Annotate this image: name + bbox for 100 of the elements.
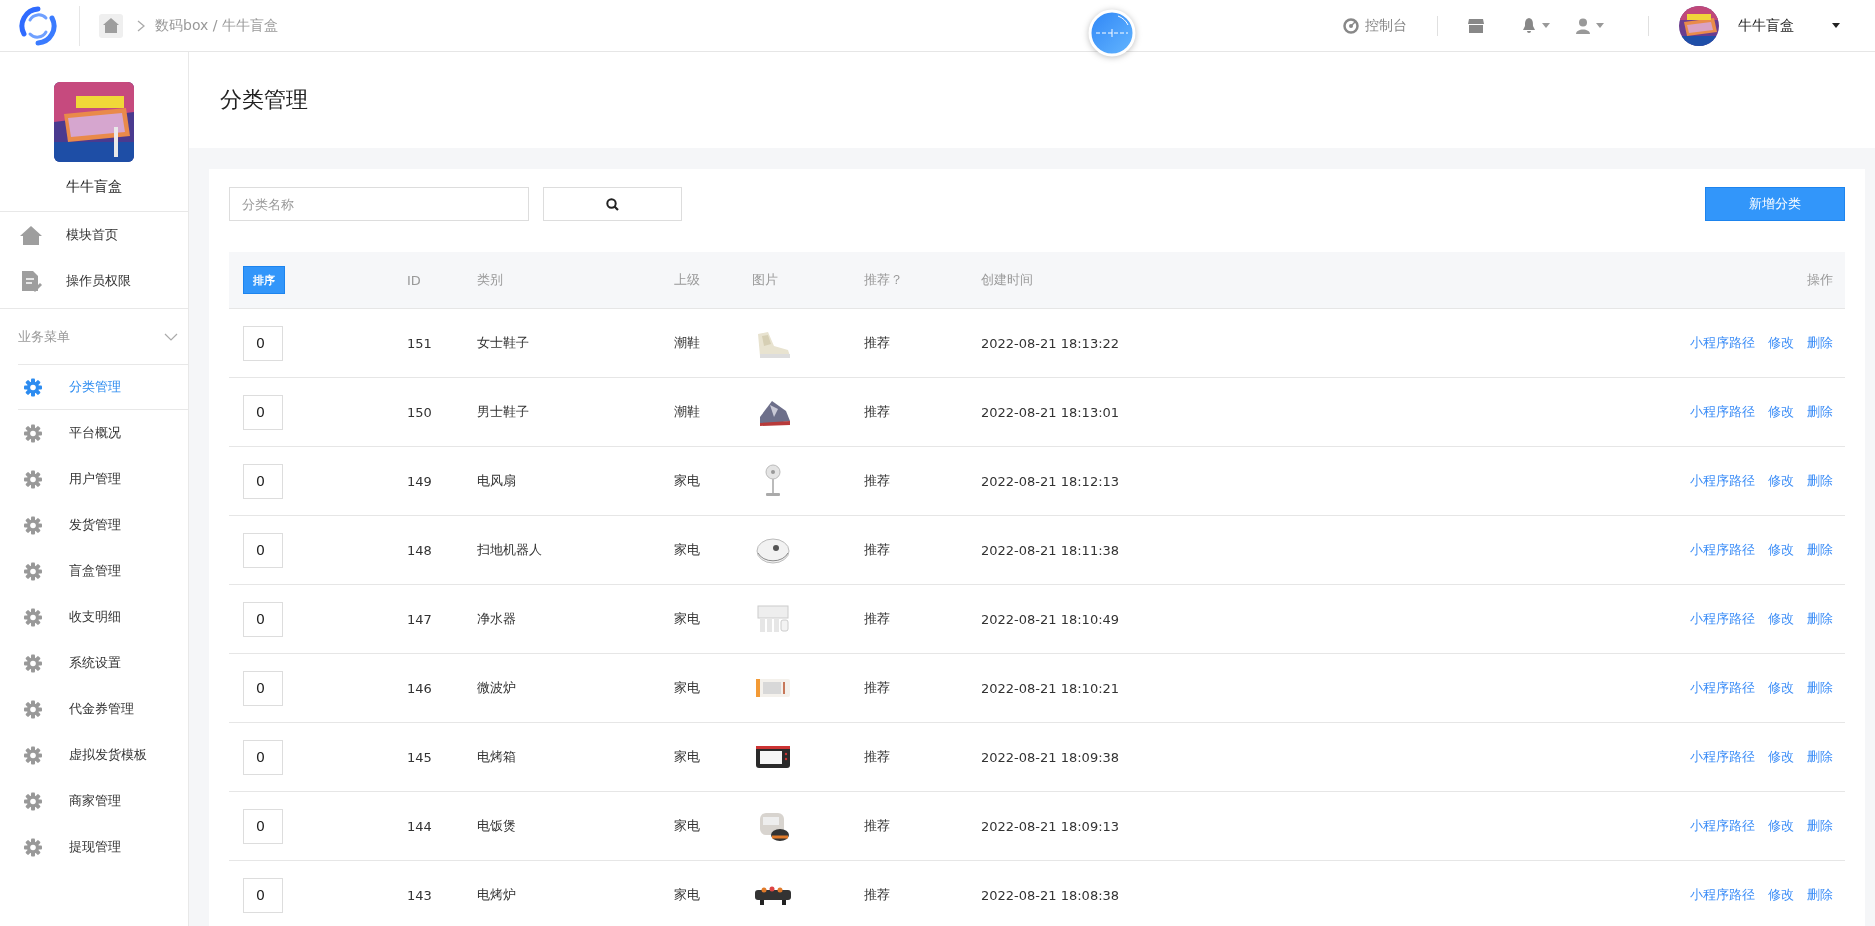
table-cell: 2022-08-21 18:13:01: [981, 404, 1120, 420]
gear-icon: [22, 699, 44, 719]
action-link[interactable]: 删除: [1807, 748, 1833, 766]
table-cell: 推荐: [864, 335, 890, 350]
table-cell: 2022-08-21 18:13:22: [981, 335, 1120, 351]
action-link[interactable]: 修改: [1768, 748, 1794, 766]
sidebar-item[interactable]: 盲盒管理: [0, 548, 188, 594]
sort-button[interactable]: 排序: [243, 266, 285, 294]
sort-input[interactable]: 0: [243, 601, 283, 637]
console-link[interactable]: 控制台: [1343, 16, 1407, 35]
gear-icon: [22, 469, 44, 489]
table-cell: 家电: [674, 611, 700, 626]
action-link[interactable]: 修改: [1768, 541, 1794, 559]
table-cell: 151: [407, 335, 432, 351]
sort-input[interactable]: 0: [243, 532, 283, 568]
action-link[interactable]: 修改: [1768, 817, 1794, 835]
table-cell: 家电: [674, 680, 700, 695]
caret-down-icon[interactable]: [1832, 23, 1840, 28]
action-link[interactable]: 小程序路径: [1690, 334, 1755, 352]
search-field[interactable]: 分类名称: [229, 187, 529, 221]
action-link[interactable]: 删除: [1807, 334, 1833, 352]
sidebar-item[interactable]: 代金券管理: [0, 686, 188, 732]
sidebar-item[interactable]: 商家管理: [0, 778, 188, 824]
action-link[interactable]: 修改: [1768, 472, 1794, 490]
home-icon: [103, 18, 119, 33]
column-header: 上级: [674, 272, 700, 287]
action-link[interactable]: 修改: [1768, 886, 1794, 904]
action-link[interactable]: 修改: [1768, 679, 1794, 697]
action-link[interactable]: 删除: [1807, 817, 1833, 835]
table-cell: 148: [407, 542, 432, 558]
action-link[interactable]: 修改: [1768, 403, 1794, 421]
table-cell: 2022-08-21 18:12:13: [981, 473, 1120, 489]
sidebar-item[interactable]: 收支明细: [0, 594, 188, 640]
action-link[interactable]: 小程序路径: [1690, 679, 1755, 697]
table-cell: 扫地机器人: [477, 542, 542, 557]
sort-input[interactable]: 0: [243, 739, 283, 775]
sidebar-item[interactable]: 模块首页: [0, 212, 188, 258]
store-icon[interactable]: [1468, 18, 1484, 33]
table-cell: 电烤箱: [477, 749, 516, 764]
sort-input[interactable]: 0: [243, 670, 283, 706]
table-cell: 家电: [674, 818, 700, 833]
user-name[interactable]: 牛牛盲盒: [1738, 16, 1832, 35]
sort-input[interactable]: 0: [243, 877, 283, 913]
breadcrumb[interactable]: 数码box / 牛牛盲盒: [155, 16, 278, 35]
user-icon[interactable]: [1576, 17, 1590, 34]
table-cell: 144: [407, 818, 432, 834]
gear-icon: [22, 561, 44, 581]
bell-icon[interactable]: [1522, 17, 1536, 34]
action-link[interactable]: 删除: [1807, 679, 1833, 697]
gear-icon: [22, 653, 44, 673]
table-cell: 微波炉: [477, 680, 516, 695]
action-link[interactable]: 小程序路径: [1690, 748, 1755, 766]
sidebar-item[interactable]: 发货管理: [0, 502, 188, 548]
home-button[interactable]: [99, 13, 123, 38]
menu-section-header[interactable]: 业务菜单: [0, 309, 188, 364]
table-cell: 推荐: [864, 749, 890, 764]
table-cell: 家电: [674, 887, 700, 902]
sidebar-item[interactable]: 操作员权限: [0, 258, 188, 304]
table-cell: 电烤炉: [477, 887, 516, 902]
action-link[interactable]: 删除: [1807, 472, 1833, 490]
table-cell: 潮鞋: [674, 404, 700, 419]
sort-input[interactable]: 0: [243, 394, 283, 430]
action-link[interactable]: 删除: [1807, 610, 1833, 628]
page-title: 分类管理: [220, 86, 308, 114]
table-cell: 推荐: [864, 404, 890, 419]
sort-input[interactable]: 0: [243, 325, 283, 361]
sidebar-item[interactable]: 平台概况: [0, 410, 188, 456]
table-cell: 2022-08-21 18:10:21: [981, 680, 1120, 696]
action-link[interactable]: 修改: [1768, 610, 1794, 628]
action-link[interactable]: 删除: [1807, 541, 1833, 559]
action-link[interactable]: 小程序路径: [1690, 541, 1755, 559]
column-header: 创建时间: [981, 272, 1033, 287]
home-icon: [20, 224, 42, 246]
sort-input[interactable]: 0: [243, 463, 283, 499]
action-link[interactable]: 小程序路径: [1690, 610, 1755, 628]
table-cell: 家电: [674, 542, 700, 557]
sidebar-item[interactable]: 提现管理: [0, 824, 188, 870]
table-cell: 150: [407, 404, 432, 420]
profile-name: 牛牛盲盒: [66, 178, 122, 196]
sidebar-item[interactable]: 系统设置: [0, 640, 188, 686]
sidebar-item[interactable]: 用户管理: [0, 456, 188, 502]
action-link[interactable]: 删除: [1807, 403, 1833, 421]
action-link[interactable]: 小程序路径: [1690, 886, 1755, 904]
gear-icon: [22, 745, 44, 765]
sidebar-item[interactable]: 分类管理: [18, 364, 188, 410]
table-cell: 149: [407, 473, 432, 489]
action-link[interactable]: 小程序路径: [1690, 817, 1755, 835]
table-cell: 2022-08-21 18:09:13: [981, 818, 1120, 834]
action-link[interactable]: 小程序路径: [1690, 472, 1755, 490]
column-header: 图片: [752, 272, 778, 287]
action-link[interactable]: 删除: [1807, 886, 1833, 904]
table-cell: 电风扇: [477, 473, 516, 488]
table-cell: 推荐: [864, 818, 890, 833]
search-icon: [606, 197, 619, 211]
action-link[interactable]: 小程序路径: [1690, 403, 1755, 421]
table-cell: 推荐: [864, 542, 890, 557]
add-category-button[interactable]: 新增分类: [1705, 187, 1845, 221]
action-link[interactable]: 修改: [1768, 334, 1794, 352]
sort-input[interactable]: 0: [243, 808, 283, 844]
sidebar-item[interactable]: 虚拟发货模板: [0, 732, 188, 778]
